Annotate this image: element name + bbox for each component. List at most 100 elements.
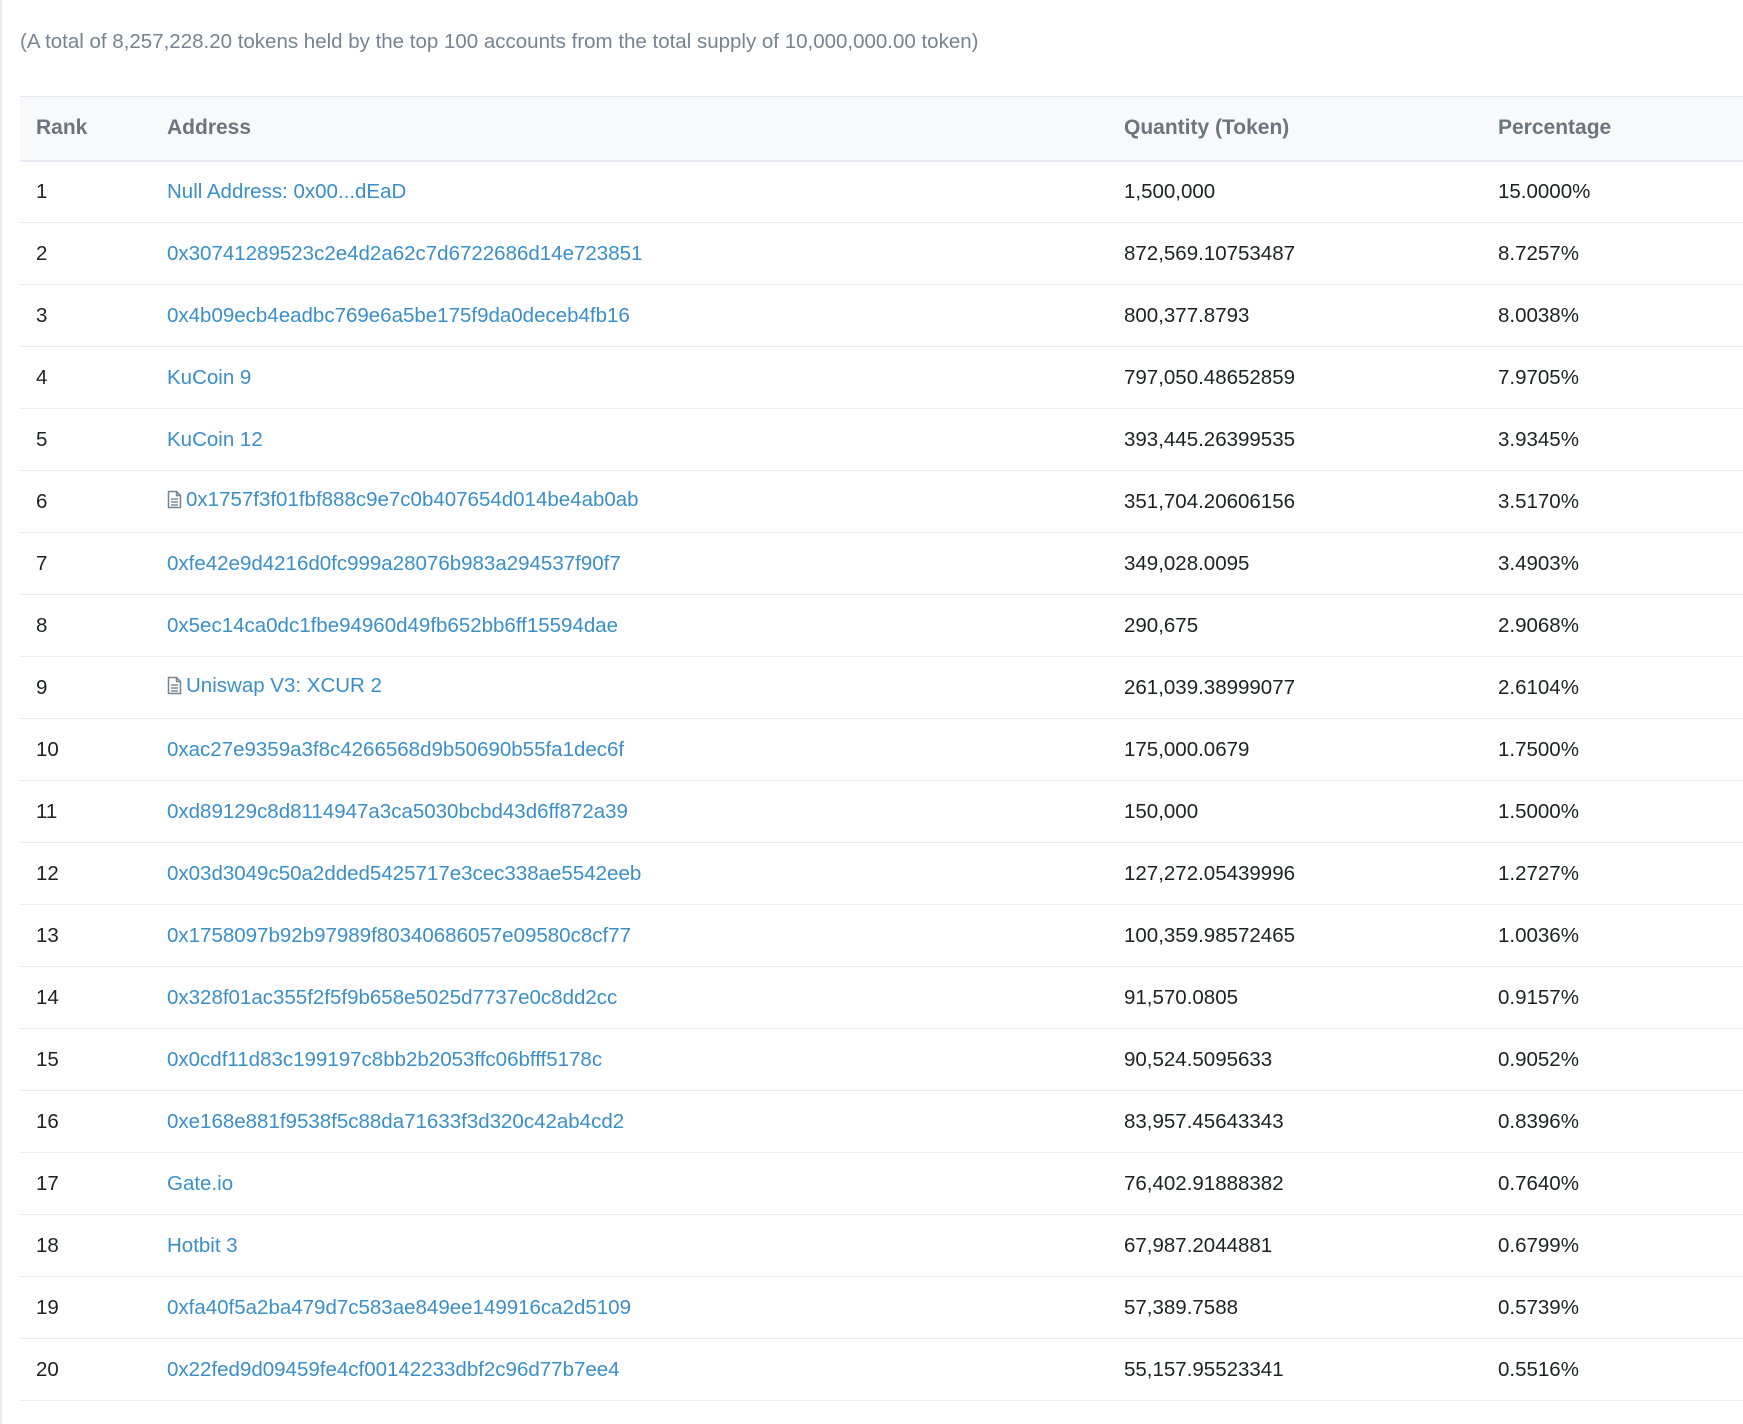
table-row: 1 Null Address: 0x00...dEaD 1,500,000 15.00… xyxy=(20,161,1743,223)
cell-rank: 11 xyxy=(36,799,58,823)
table-row: 7 0xfe42e9d4216d0fc999a28076b983a294537f9… xyxy=(20,533,1743,595)
holder-address-link[interactable]: 0x328f01ac355f2f5f9b658e5025d7737e0c8dd2… xyxy=(167,986,617,1009)
holder-address-link[interactable]: Uniswap V3: XCUR 2 xyxy=(186,674,382,697)
cell-quantity: 290,675 xyxy=(1124,613,1199,637)
header-rank: Rank xyxy=(36,116,88,140)
holder-address-link[interactable]: 0x5ec14ca0dc1fbe94960d49fb652bb6ff15594d… xyxy=(167,614,618,637)
cell-percentage: 3.4903% xyxy=(1498,551,1579,575)
cell-rank: 19 xyxy=(36,1295,59,1319)
cell-address: 0x1758097b92b97989f80340686057e09580c8cf… xyxy=(167,905,1124,967)
cell-address: Hotbit 3 xyxy=(167,1215,1124,1277)
table-row: 14 0x328f01ac355f2f5f9b658e5025d7737e0c8d… xyxy=(20,967,1743,1029)
holder-address-link[interactable]: 0x4b09ecb4eadbc769e6a5be175f9da0deceb4fb… xyxy=(167,304,630,327)
cell-percentage: 0.8396% xyxy=(1498,1109,1579,1133)
cell-quantity: 83,957.45643343 xyxy=(1124,1109,1284,1133)
table-row: 2 0x30741289523c2e4d2a62c7d6722686d14e723… xyxy=(20,223,1743,285)
cell-quantity: 127,272.05439996 xyxy=(1124,861,1296,885)
table-row: 3 0x4b09ecb4eadbc769e6a5be175f9da0deceb4f… xyxy=(20,285,1743,347)
table-row: 8 0x5ec14ca0dc1fbe94960d49fb652bb6ff15594… xyxy=(20,595,1743,657)
cell-quantity: 91,570.0805 xyxy=(1124,985,1239,1009)
holder-address-link[interactable]: 0x1757f3f01fbf888c9e7c0b407654d014be4ab0… xyxy=(186,488,639,511)
cell-percentage: 0.9052% xyxy=(1498,1047,1579,1071)
contract-document-icon xyxy=(167,490,182,515)
cell-percentage: 3.9345% xyxy=(1498,427,1579,451)
table-row: 5 KuCoin 12 393,445.26399535 3.9345% xyxy=(20,409,1743,471)
holder-address-link[interactable]: 0xac27e9359a3f8c4266568d9b50690b55fa1dec… xyxy=(167,738,624,761)
cell-quantity: 872,569.10753487 xyxy=(1124,241,1296,265)
cell-percentage: 3.5170% xyxy=(1498,489,1579,513)
holder-address-link[interactable]: Hotbit 3 xyxy=(167,1234,238,1257)
cell-percentage: 1.2727% xyxy=(1498,861,1579,885)
cell-rank: 8 xyxy=(36,613,48,637)
table-row: 12 0x03d3049c50a2dded5425717e3cec338ae554… xyxy=(20,843,1743,905)
holder-address-link[interactable]: 0x22fed9d09459fe4cf00142233dbf2c96d77b7e… xyxy=(167,1358,620,1381)
cell-percentage: 0.5739% xyxy=(1498,1295,1579,1319)
holder-address-link[interactable]: 0xfe42e9d4216d0fc999a28076b983a294537f90… xyxy=(167,552,621,575)
holder-address-link[interactable]: KuCoin 9 xyxy=(167,366,251,389)
cell-rank: 6 xyxy=(36,489,48,513)
cell-quantity: 800,377.8793 xyxy=(1124,303,1250,327)
table-row: 16 0xe168e881f9538f5c88da71633f3d320c42ab… xyxy=(20,1091,1743,1153)
cell-percentage: 2.6104% xyxy=(1498,675,1579,699)
cell-address: KuCoin 9 xyxy=(167,347,1124,409)
cell-quantity: 100,359.98572465 xyxy=(1124,923,1296,947)
cell-percentage: 0.6799% xyxy=(1498,1233,1579,1257)
cell-rank: 2 xyxy=(36,241,48,265)
cell-address: 0x5ec14ca0dc1fbe94960d49fb652bb6ff15594d… xyxy=(167,595,1124,657)
cell-percentage: 8.7257% xyxy=(1498,241,1579,265)
header-address: Address xyxy=(167,116,252,140)
holders-summary-text: (A total of 8,257,228.20 tokens held by … xyxy=(20,30,979,53)
cell-quantity: 393,445.26399535 xyxy=(1124,427,1296,451)
table-row: 18 Hotbit 3 67,987.2044881 0.6799% xyxy=(20,1215,1743,1277)
table-row: 9 Uniswap V3: XCUR 2 261,039.38999077 2.610… xyxy=(20,657,1743,719)
cell-address: 0xfe42e9d4216d0fc999a28076b983a294537f90… xyxy=(167,533,1124,595)
cell-address: 0x4b09ecb4eadbc769e6a5be175f9da0deceb4fb… xyxy=(167,285,1124,347)
cell-rank: 12 xyxy=(36,861,59,885)
cell-rank: 15 xyxy=(36,1047,59,1071)
cell-percentage: 0.9157% xyxy=(1498,985,1579,1009)
holder-address-link[interactable]: 0x03d3049c50a2dded5425717e3cec338ae5542e… xyxy=(167,862,641,885)
cell-address: 0xfa40f5a2ba479d7c583ae849ee149916ca2d51… xyxy=(167,1277,1124,1339)
contract-document-icon xyxy=(167,676,182,701)
cell-address: Gate.io xyxy=(167,1153,1124,1215)
cell-rank: 4 xyxy=(36,365,48,389)
cell-address: 0x328f01ac355f2f5f9b658e5025d7737e0c8dd2… xyxy=(167,967,1124,1029)
holder-address-link[interactable]: 0x1758097b92b97989f80340686057e09580c8cf… xyxy=(167,924,631,947)
holder-address-link[interactable]: KuCoin 12 xyxy=(167,428,263,451)
holder-address-link[interactable]: 0x0cdf11d83c199197c8bb2b2053ffc06bfff517… xyxy=(167,1048,602,1071)
table-row: 19 0xfa40f5a2ba479d7c583ae849ee149916ca2d… xyxy=(20,1277,1743,1339)
cell-address: 0x0cdf11d83c199197c8bb2b2053ffc06bfff517… xyxy=(167,1029,1124,1091)
holder-address-link[interactable]: 0xe168e881f9538f5c88da71633f3d320c42ab4c… xyxy=(167,1110,624,1133)
cell-rank: 20 xyxy=(36,1357,59,1381)
token-holders-table: Rank Address Quantity (Token) Percentage… xyxy=(20,96,1743,1401)
holder-address-link[interactable]: Gate.io xyxy=(167,1172,233,1195)
cell-percentage: 1.7500% xyxy=(1498,737,1579,761)
holder-address-link[interactable]: 0xd89129c8d8114947a3ca5030bcbd43d6ff872a… xyxy=(167,800,628,823)
cell-address: 0xe168e881f9538f5c88da71633f3d320c42ab4c… xyxy=(167,1091,1124,1153)
cell-percentage: 0.7640% xyxy=(1498,1171,1579,1195)
cell-percentage: 2.9068% xyxy=(1498,613,1579,637)
cell-address: 0x22fed9d09459fe4cf00142233dbf2c96d77b7e… xyxy=(167,1339,1124,1401)
cell-quantity: 1,500,000 xyxy=(1124,179,1216,203)
table-header-row: Rank Address Quantity (Token) Percentage xyxy=(20,96,1743,161)
cell-quantity: 57,389.7588 xyxy=(1124,1295,1239,1319)
table-row: 10 0xac27e9359a3f8c4266568d9b50690b55fa1d… xyxy=(20,719,1743,781)
cell-rank: 16 xyxy=(36,1109,59,1133)
cell-address: Uniswap V3: XCUR 2 xyxy=(167,657,1124,719)
header-percentage: Percentage xyxy=(1498,116,1612,140)
cell-rank: 14 xyxy=(36,985,59,1009)
table-row: 20 0x22fed9d09459fe4cf00142233dbf2c96d77b… xyxy=(20,1339,1743,1401)
holder-address-link[interactable]: 0x30741289523c2e4d2a62c7d6722686d14e7238… xyxy=(167,242,642,265)
cell-percentage: 7.9705% xyxy=(1498,365,1579,389)
holder-address-link[interactable]: Null Address: 0x00...dEaD xyxy=(167,180,406,203)
cell-quantity: 261,039.38999077 xyxy=(1124,675,1296,699)
cell-rank: 7 xyxy=(36,551,48,575)
holder-address-link[interactable]: 0xfa40f5a2ba479d7c583ae849ee149916ca2d51… xyxy=(167,1296,631,1319)
cell-rank: 9 xyxy=(36,675,48,699)
cell-rank: 10 xyxy=(36,737,59,761)
header-quantity: Quantity (Token) xyxy=(1124,116,1290,140)
cell-rank: 1 xyxy=(36,179,48,203)
cell-address: Null Address: 0x00...dEaD xyxy=(167,161,1124,223)
table-row: 15 0x0cdf11d83c199197c8bb2b2053ffc06bfff5… xyxy=(20,1029,1743,1091)
left-border-rule xyxy=(0,0,2,1424)
